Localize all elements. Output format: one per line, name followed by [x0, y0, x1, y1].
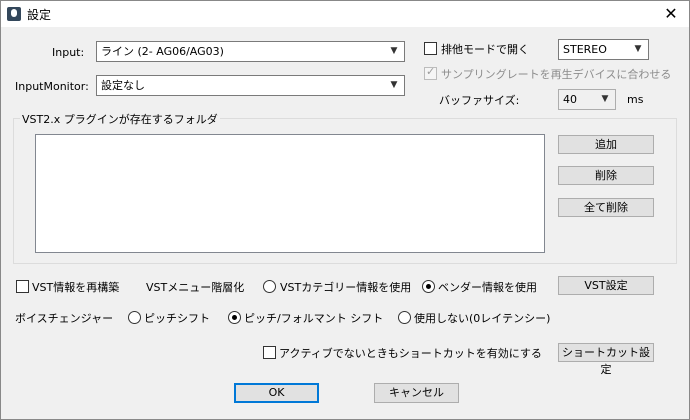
- pitch-formant-label: ピッチ/フォルマント シフト: [244, 312, 384, 325]
- delete-folder-button[interactable]: 削除: [558, 166, 654, 185]
- input-value: ライン (2- AG06/AG03): [101, 45, 224, 58]
- buffer-size-label: バッファサイズ:: [439, 94, 520, 107]
- vst-menu-hierarchy-label: VSTメニュー階層化: [146, 281, 245, 294]
- rebuild-vst-checkbox[interactable]: [16, 280, 29, 293]
- input-select[interactable]: ライン (2- AG06/AG03) ▼: [96, 41, 405, 62]
- shortcut-settings-button[interactable]: ショートカット設定: [558, 343, 654, 376]
- vst-settings-button[interactable]: VST設定: [558, 276, 654, 295]
- chevron-down-icon: ▼: [601, 94, 609, 104]
- input-label: Input:: [52, 46, 85, 59]
- channel-mode-select[interactable]: STEREO ▼: [558, 39, 649, 60]
- exclusive-mode-label: 排他モードで開く: [441, 43, 529, 56]
- input-monitor-value: 設定なし: [101, 79, 145, 92]
- vst-category-radio[interactable]: [263, 280, 276, 293]
- vst-folder-list[interactable]: [35, 134, 545, 253]
- cancel-button[interactable]: キャンセル: [374, 383, 459, 403]
- chevron-down-icon: ▼: [390, 80, 398, 90]
- microphone-app-icon: [7, 7, 21, 21]
- buffer-size-value: 40: [563, 93, 577, 106]
- inactive-shortcut-label: アクティブでないときもショートカットを有効にする: [279, 347, 542, 360]
- exclusive-mode-checkbox[interactable]: [424, 42, 437, 55]
- channel-mode-value: STEREO: [563, 43, 607, 56]
- vst-vendor-label: ベンダー情報を使用: [438, 281, 537, 294]
- ok-button[interactable]: OK: [234, 383, 319, 403]
- rebuild-vst-label: VST情報を再構築: [32, 281, 120, 294]
- title-bar: 設定 ✕: [1, 1, 689, 27]
- pitch-formant-radio[interactable]: [228, 311, 241, 324]
- sample-rate-checkbox[interactable]: [424, 65, 437, 80]
- voice-changer-none-radio[interactable]: [398, 311, 411, 324]
- voice-changer-none-label: 使用しない(0レイテンシー): [414, 312, 551, 325]
- settings-dialog: 設定 ✕ Input: ライン (2- AG06/AG03) ▼ InputMo…: [0, 0, 690, 420]
- input-monitor-select[interactable]: 設定なし ▼: [96, 75, 405, 96]
- buffer-size-select[interactable]: 40 ▼: [558, 89, 616, 110]
- sample-rate-label: サンプリングレートを再生デバイスに合わせる: [441, 68, 672, 81]
- close-icon[interactable]: ✕: [659, 4, 683, 24]
- vst-vendor-radio[interactable]: [422, 280, 435, 293]
- chevron-down-icon: ▼: [634, 44, 642, 54]
- buffer-unit-label: ms: [627, 93, 644, 106]
- voice-changer-label: ボイスチェンジャー: [15, 312, 114, 325]
- input-monitor-label: InputMonitor:: [15, 80, 89, 93]
- vst-category-label: VSTカテゴリー情報を使用: [280, 281, 412, 294]
- window-title: 設定: [27, 8, 52, 22]
- add-folder-button[interactable]: 追加: [558, 135, 654, 154]
- chevron-down-icon: ▼: [390, 46, 398, 56]
- inactive-shortcut-checkbox[interactable]: [263, 346, 276, 359]
- pitch-shift-label: ピッチシフト: [144, 312, 210, 325]
- pitch-shift-radio[interactable]: [128, 311, 141, 324]
- delete-all-folders-button[interactable]: 全て削除: [558, 198, 654, 217]
- vst-folder-group-title: VST2.x プラグインが存在するフォルダ: [20, 111, 220, 127]
